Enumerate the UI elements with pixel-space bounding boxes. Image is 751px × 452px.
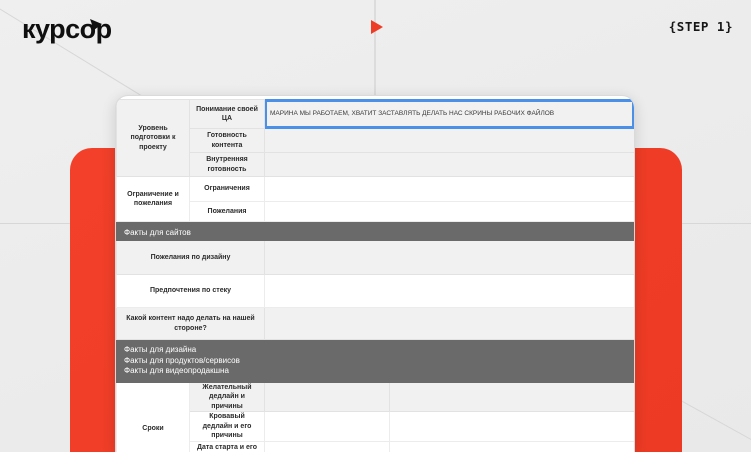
cell[interactable]: [390, 412, 635, 441]
cell[interactable]: [265, 308, 635, 340]
section-header-facts-sites-label: Факты для сайтов: [124, 226, 630, 240]
row-label-desired-deadline: Желательный дедлайн и причины: [190, 383, 265, 412]
section-header-facts-products: Факты для продуктов/сервисов: [124, 356, 630, 367]
row-label-audience-understanding: Понимание своей ЦА: [190, 100, 265, 129]
section-header-facts-video: Факты для видеопродакшна: [124, 366, 630, 377]
row-label-start-date: Дата старта и его причины: [190, 441, 265, 452]
cursor-arrow-icon: [89, 19, 103, 37]
section-header-facts-design: Факты для дизайна: [124, 345, 630, 356]
row-label-internal-readiness: Внутренняя готовность: [190, 153, 265, 177]
row-label-hard-deadline: Кровавый дедлайн и его причины: [190, 412, 265, 441]
group-label-preparation-level: Уровень подготовки к проекту: [117, 100, 190, 177]
row-label-stack-preferences: Предпочтения по стеку: [117, 275, 265, 308]
row-label-content-our-side: Какой контент надо делать на нашей сторо…: [117, 308, 265, 340]
row-label-wishes: Пожелания: [190, 202, 265, 222]
cell[interactable]: [265, 383, 390, 412]
cell[interactable]: [390, 383, 635, 412]
group-label-terms: Сроки: [117, 383, 190, 452]
cell[interactable]: [265, 441, 390, 452]
row-label-constraints: Ограничения: [190, 177, 265, 202]
cell[interactable]: [265, 129, 635, 153]
cell[interactable]: [265, 153, 635, 177]
section-header-facts-sites: Факты для сайтов: [117, 222, 635, 241]
step-indicator: {STEP 1}: [669, 19, 733, 34]
row-label-content-readiness: Готовность контента: [190, 129, 265, 153]
slide-canvas: курсор {STEP 1} Уровень подготовки к про…: [0, 0, 751, 452]
row-label-design-wishes: Пожелания по дизайну: [117, 241, 265, 275]
decor-vertical-line: [374, 0, 376, 96]
cell[interactable]: [265, 202, 635, 222]
cell[interactable]: [265, 177, 635, 202]
brief-table: Уровень подготовки к проекту Понимание с…: [116, 99, 635, 452]
spreadsheet-panel: Уровень подготовки к проекту Понимание с…: [115, 95, 635, 452]
group-label-constraints-wishes: Ограничение и пожелания: [117, 177, 190, 222]
cell[interactable]: [265, 412, 390, 441]
selected-cell[interactable]: МАРИНА МЫ РАБОТАЕМ, ХВАТИТ ЗАСТАВЛЯТЬ ДЕ…: [265, 100, 635, 129]
cell[interactable]: [265, 241, 635, 275]
play-triangle-icon: [371, 20, 383, 34]
cell[interactable]: [265, 275, 635, 308]
section-header-facts-block: Факты для дизайна Факты для продуктов/се…: [117, 340, 635, 383]
cell[interactable]: [390, 441, 635, 452]
